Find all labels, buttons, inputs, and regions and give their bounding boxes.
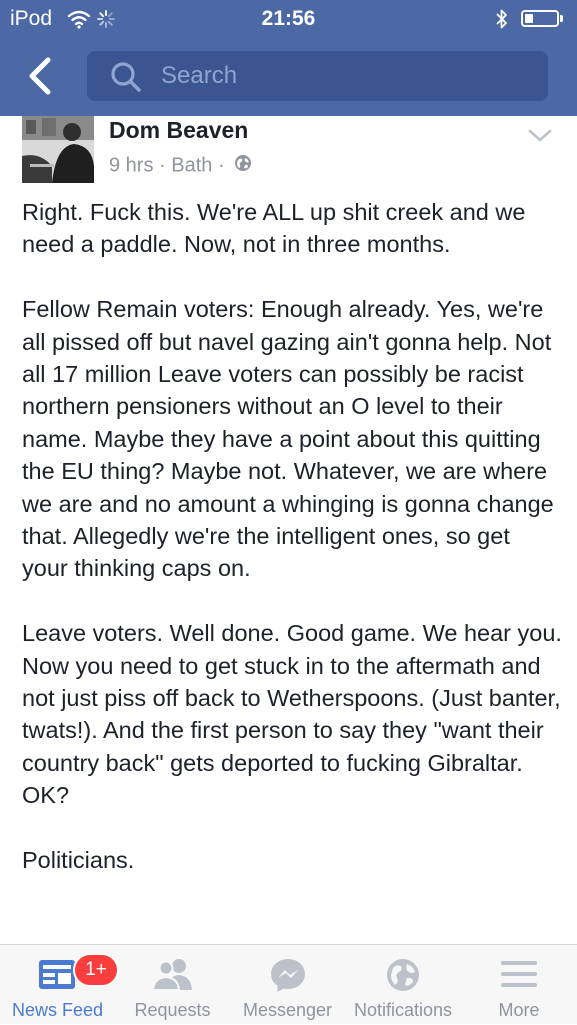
status-bar: iPod 21:56: [0, 0, 577, 40]
post-author-name[interactable]: Dom Beaven: [109, 117, 248, 144]
back-button[interactable]: [24, 56, 58, 96]
hamburger-menu-icon: [500, 957, 538, 996]
chevron-down-icon: [528, 129, 552, 142]
tab-more[interactable]: More: [461, 945, 577, 1025]
news-feed-badge: 1+: [73, 953, 119, 987]
tab-label: Notifications: [353, 1000, 453, 1020]
post-location[interactable]: Bath: [171, 155, 212, 177]
battery-tip: [560, 15, 563, 22]
tab-messenger[interactable]: Messenger: [230, 945, 345, 1025]
author-avatar[interactable]: [22, 116, 94, 183]
tab-label: Messenger: [242, 1000, 333, 1020]
search-icon: [109, 60, 143, 99]
public-globe-icon: [234, 154, 252, 178]
post-paragraph: Right. Fuck this. We're ALL up shit cree…: [22, 199, 526, 258]
post-paragraph: Fellow Remain voters: Enough already. Ye…: [22, 296, 554, 582]
globe-icon: [385, 957, 421, 998]
tab-notifications[interactable]: Notifications: [345, 945, 461, 1025]
tab-label: More: [498, 1000, 540, 1020]
post-options-button[interactable]: [527, 128, 553, 149]
meta-separator: ·: [159, 154, 166, 177]
post-paragraph: Leave voters. Well done. Good game. We h…: [22, 620, 562, 809]
chevron-left-icon: [29, 57, 51, 95]
meta-separator-2: ·: [217, 154, 225, 177]
tab-requests[interactable]: Requests: [115, 945, 230, 1025]
top-bar: iPod 21:56 Search: [0, 0, 577, 116]
battery-level-fill: [525, 14, 533, 23]
bluetooth-icon: [495, 8, 509, 35]
tab-label: Requests: [134, 1000, 211, 1020]
search-bar[interactable]: Search: [87, 51, 548, 101]
post-meta: 9 hrs · Bath ·: [109, 154, 252, 178]
search-placeholder: Search: [161, 62, 238, 89]
clock: 21:56: [261, 7, 316, 30]
tab-label: News Feed: [11, 1000, 104, 1020]
post-paragraph: Politicians.: [22, 847, 135, 874]
post-time[interactable]: 9 hrs: [109, 155, 153, 177]
tab-news-feed[interactable]: 1+ News Feed: [0, 945, 119, 1025]
bottom-tab-bar: 1+ News Feed Requests Messenger Notifica…: [0, 944, 577, 1024]
messenger-icon: [269, 957, 307, 998]
news-feed-icon: [38, 957, 76, 996]
post-body: Right. Fuck this. We're ALL up shit cree…: [22, 196, 562, 909]
friend-requests-icon: [151, 957, 195, 996]
battery-icon: [521, 10, 559, 27]
